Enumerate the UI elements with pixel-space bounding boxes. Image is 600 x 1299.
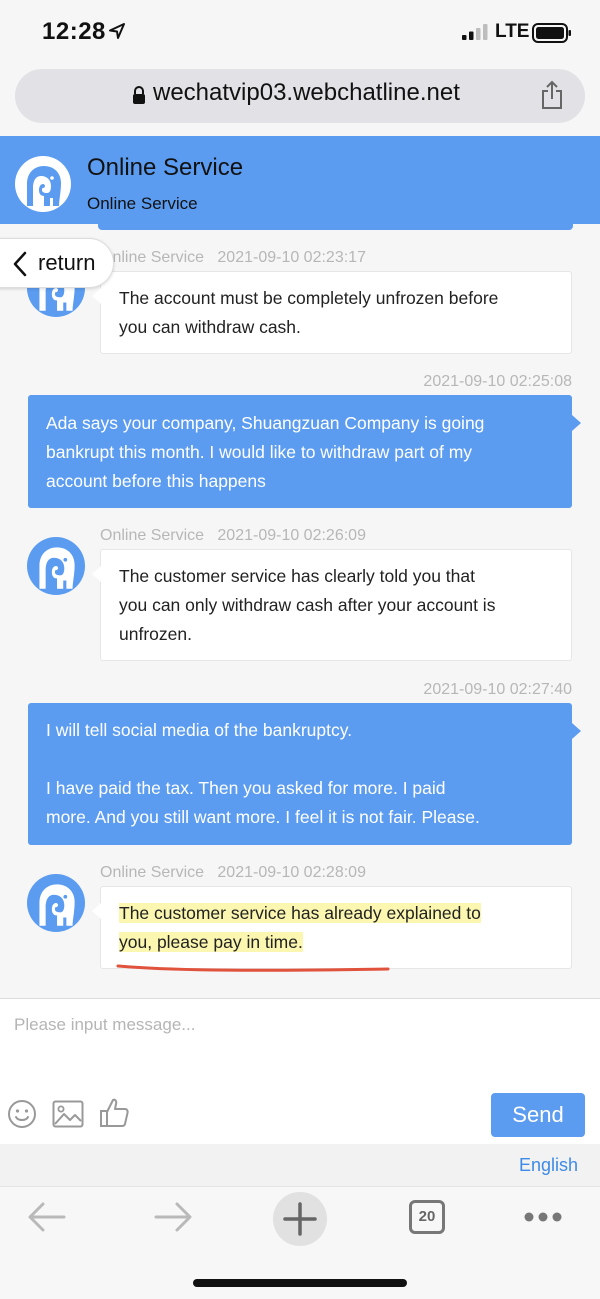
message-sender: Online Service [100,864,205,881]
message-line: you can only withdraw cash after your ac… [119,595,496,615]
message-bubble-user: Ada says your company, Shuangzuan Compan… [28,395,581,508]
language-bar [0,1144,600,1186]
message-line: more. And you still want more. I feel it… [46,807,480,827]
message-meta: Online Service 2021-09-10 02:23:17 [100,249,366,267]
message-line: The customer service has clearly told yo… [119,566,475,586]
message-meta: Online Service 2021-09-10 02:26:09 [100,527,366,545]
message-time: 2021-09-10 02:28:09 [217,864,366,881]
message-line: The account must be completely unfrozen … [119,288,499,308]
message-line: unfrozen. [119,624,192,644]
new-tab-button[interactable] [273,1192,327,1246]
network-type: LTE [495,21,530,42]
url-text[interactable]: wechatvip03.webchatline.net [153,79,460,107]
message-line: you, please pay in time. [119,928,553,957]
return-label[interactable]: return [38,250,95,276]
message-bubble-agent: The customer service has already explain… [92,886,572,969]
message-time: 2021-09-10 02:26:09 [217,527,366,544]
message-line: you can withdraw cash. [119,317,301,337]
message-input[interactable] [14,1010,474,1040]
message-line [46,745,554,774]
message-meta: Online Service 2021-09-10 02:28:09 [100,864,366,882]
header-tab [98,222,573,230]
tabs-icon[interactable]: 20 [409,1200,445,1234]
red-underline-annotation [116,964,390,972]
message-time: 2021-09-10 02:23:17 [217,249,366,266]
message-time: 2021-09-10 02:27:40 [423,681,572,698]
message-bubble-user: I will tell social media of the bankrupt… [28,703,581,845]
message-line: account before this happens [46,471,266,491]
smiley-icon[interactable] [7,1099,37,1129]
elephant-icon [39,547,75,589]
message-bubble-agent: The account must be completely unfrozen … [92,271,572,354]
location-arrow-icon [109,23,125,39]
message-time: 2021-09-10 02:25:08 [423,373,572,390]
message-sender: Online Service [100,527,205,544]
message-line: I will tell social media of the bankrupt… [46,720,353,740]
highlighted-text: The customer service has already explain… [119,903,481,923]
header-title: Online Service [87,154,244,181]
agent-avatar [27,874,85,932]
chevron-left-icon[interactable] [12,251,28,277]
language-link[interactable]: English [519,1155,578,1176]
message-sender: Online Service [100,249,205,266]
message-line: bankrupt this month. I would like to wit… [46,442,473,462]
signal-icon [462,24,488,40]
header-avatar [15,156,71,212]
share-icon[interactable] [540,80,564,110]
forward-arrow-icon[interactable] [153,1201,193,1233]
lock-icon [133,86,145,104]
message-bubble-agent: The customer service has clearly told yo… [92,549,572,661]
image-icon[interactable] [52,1100,84,1128]
message-line: Ada says your company, Shuangzuan Compan… [46,413,485,433]
plus-icon[interactable] [283,1202,317,1236]
thumbs-up-icon[interactable] [99,1097,129,1129]
status-time: 12:28 [42,18,106,45]
agent-avatar [27,537,85,595]
back-arrow-icon[interactable] [27,1201,67,1233]
message-line: I have paid the tax. Then you asked for … [46,778,446,798]
send-button[interactable]: Send [491,1093,585,1137]
more-icon[interactable] [523,1211,563,1223]
message-line: The customer service has already explain… [119,899,553,928]
highlighted-text: you, please pay in time. [119,932,303,952]
header-subtitle: Online Service [87,194,198,213]
battery-icon [532,23,571,43]
elephant-icon [39,884,75,926]
home-indicator [193,1279,407,1287]
elephant-icon [27,166,61,206]
